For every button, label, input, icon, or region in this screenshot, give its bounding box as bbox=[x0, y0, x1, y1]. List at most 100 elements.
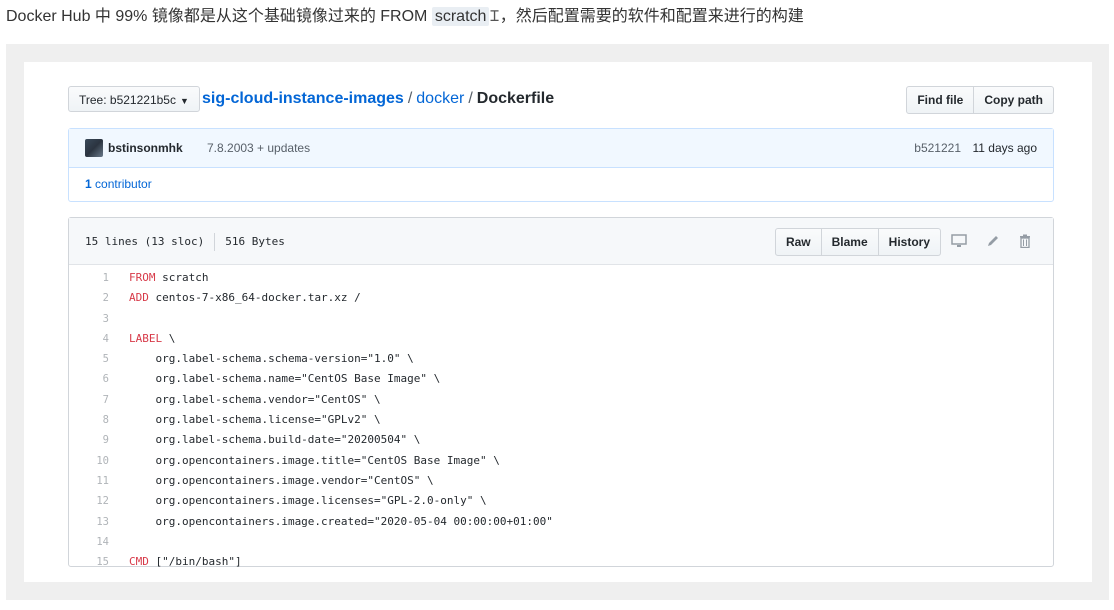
line-text: org.label-schema.build-date="20200504" \ bbox=[129, 433, 421, 447]
line-content: org.label-schema.schema-version="1.0" \ bbox=[129, 349, 414, 369]
line-number[interactable]: 14 bbox=[69, 532, 109, 552]
breadcrumb-separator: / bbox=[468, 90, 473, 107]
tree-button-label: Tree: b521221b5c bbox=[79, 93, 176, 107]
raw-button[interactable]: Raw bbox=[774, 228, 822, 256]
code-line: 9 org.label-schema.build-date="20200504"… bbox=[69, 430, 1053, 450]
blame-button[interactable]: Blame bbox=[821, 228, 879, 256]
text-cursor-icon: Ɪ bbox=[490, 7, 499, 25]
article-text-after: ，然后配置需要的软件和配置来进行的构建 bbox=[499, 8, 804, 25]
contributors-label: contributor bbox=[95, 177, 152, 191]
line-content: org.label-schema.vendor="CentOS" \ bbox=[129, 390, 381, 410]
screenshot-frame: Tree: b521221b5c ▼ sig-cloud-instance-ima… bbox=[6, 44, 1109, 600]
line-content: org.label-schema.license="GPLv2" \ bbox=[129, 410, 381, 430]
code-line: 6 org.label-schema.name="CentOS Base Ima… bbox=[69, 369, 1053, 389]
caret-down-icon: ▼ bbox=[179, 96, 189, 106]
line-text: scratch bbox=[155, 271, 209, 284]
code-body: 1 FROM scratch 2 ADD centos-7-x86_64-docker… bbox=[69, 265, 1053, 572]
folder-link[interactable]: docker bbox=[416, 90, 464, 107]
line-content: FROM scratch bbox=[129, 268, 208, 288]
line-content: org.opencontainers.image.vendor="CentOS"… bbox=[129, 471, 434, 491]
breadcrumb-separator: / bbox=[407, 90, 413, 107]
pencil-icon[interactable] bbox=[983, 231, 1003, 251]
dockerfile-keyword: ADD bbox=[129, 291, 149, 305]
file-action-buttons: Raw Blame History bbox=[774, 228, 941, 256]
file-info-divider bbox=[214, 233, 216, 251]
line-number[interactable]: 13 bbox=[69, 512, 109, 532]
code-line: 3 bbox=[69, 309, 1053, 329]
code-line: 15 CMD ["/bin/bash"] bbox=[69, 552, 1053, 572]
line-content: CMD ["/bin/bash"] bbox=[129, 552, 242, 572]
code-line: 10 org.opencontainers.image.title="CentO… bbox=[69, 451, 1053, 471]
line-number[interactable]: 3 bbox=[69, 309, 109, 329]
file-header: 15 lines (13 sloc) 516 Bytes Raw Blame Hi… bbox=[69, 218, 1053, 265]
code-line: 13 org.opencontainers.image.created="202… bbox=[69, 512, 1053, 532]
line-number[interactable]: 9 bbox=[69, 430, 109, 450]
line-text: org.label-schema.schema-version="1.0" \ bbox=[129, 352, 414, 366]
line-text: org.label-schema.license="GPLv2" \ bbox=[129, 413, 381, 427]
contributors-count: 1 bbox=[85, 177, 92, 191]
line-content: org.opencontainers.image.licenses="GPL-2… bbox=[129, 491, 487, 511]
line-number[interactable]: 10 bbox=[69, 451, 109, 471]
line-text: org.label-schema.name="CentOS Base Image… bbox=[129, 372, 441, 386]
repo-link[interactable]: sig-cloud-instance-images bbox=[202, 90, 404, 107]
line-number[interactable]: 7 bbox=[69, 390, 109, 410]
line-text: org.opencontainers.image.title="CentOS B… bbox=[129, 453, 500, 467]
file-line-count: 15 lines (13 sloc) bbox=[85, 235, 205, 248]
line-text: org.opencontainers.image.vendor="CentOS"… bbox=[129, 473, 434, 487]
github-file-panel: Tree: b521221b5c ▼ sig-cloud-instance-ima… bbox=[24, 62, 1092, 582]
copy-path-button[interactable]: Copy path bbox=[974, 86, 1054, 114]
line-number[interactable]: 2 bbox=[69, 288, 109, 308]
article-paragraph: Docker Hub 中 99% 镜像都是从这个基础镜像过来的 FROM scr… bbox=[6, 4, 804, 29]
inline-code-scratch: scratch bbox=[431, 7, 490, 26]
commit-message[interactable]: 7.8.2003 + updates bbox=[207, 141, 310, 155]
line-number[interactable]: 6 bbox=[69, 369, 109, 389]
line-number[interactable]: 12 bbox=[69, 491, 109, 511]
commit-sha-link[interactable]: b521221 bbox=[914, 141, 961, 155]
line-content: org.label-schema.build-date="20200504" \ bbox=[129, 430, 420, 450]
code-line: 12 org.opencontainers.image.licenses="GP… bbox=[69, 491, 1053, 511]
line-number[interactable]: 5 bbox=[69, 349, 109, 369]
dockerfile-keyword: CMD bbox=[129, 555, 149, 569]
line-text: org.opencontainers.image.licenses="GPL-2… bbox=[129, 494, 487, 508]
file-viewer: 15 lines (13 sloc) 516 Bytes Raw Blame Hi… bbox=[68, 217, 1054, 568]
commit-author-link[interactable]: bstinsonmhk bbox=[108, 141, 183, 155]
code-line: 7 org.label-schema.vendor="CentOS" \ bbox=[69, 390, 1053, 410]
line-content: org.label-schema.name="CentOS Base Image… bbox=[129, 369, 440, 389]
line-text: org.label-schema.vendor="CentOS" \ bbox=[129, 392, 381, 406]
code-line: 2 ADD centos-7-x86_64-docker.tar.xz / bbox=[69, 288, 1053, 308]
line-content: LABEL \ bbox=[129, 329, 175, 349]
code-line: 1 FROM scratch bbox=[69, 268, 1053, 288]
line-text: org.opencontainers.image.created="2020-0… bbox=[129, 514, 553, 528]
line-number[interactable]: 11 bbox=[69, 471, 109, 491]
file-nav-buttons: Find file Copy path bbox=[906, 86, 1054, 114]
commit-age: 11 days ago bbox=[972, 141, 1038, 155]
find-file-button[interactable]: Find file bbox=[906, 86, 975, 114]
code-line: 4 LABEL \ bbox=[69, 329, 1053, 349]
file-size: 516 Bytes bbox=[225, 235, 285, 248]
latest-commit: bstinsonmhk 7.8.2003 + updates b521221 1… bbox=[69, 129, 1053, 168]
line-content: org.opencontainers.image.title="CentOS B… bbox=[129, 451, 500, 471]
desktop-icon[interactable] bbox=[949, 231, 969, 251]
line-text: ["/bin/bash"] bbox=[148, 555, 242, 569]
line-content: org.opencontainers.image.created="2020-0… bbox=[129, 512, 553, 532]
code-line: 5 org.label-schema.schema-version="1.0" … bbox=[69, 349, 1053, 369]
avatar[interactable] bbox=[85, 139, 103, 157]
dockerfile-keyword: FROM bbox=[129, 271, 156, 284]
line-content: ADD centos-7-x86_64-docker.tar.xz / bbox=[129, 288, 361, 308]
article-text-before: Docker Hub 中 99% 镜像都是从这个基础镜像过来的 FROM bbox=[6, 8, 432, 25]
branch-tree-select[interactable]: Tree: b521221b5c ▼ bbox=[68, 86, 200, 112]
code-line: 11 org.opencontainers.image.vendor="Cent… bbox=[69, 471, 1053, 491]
history-button[interactable]: History bbox=[878, 228, 941, 256]
line-number[interactable]: 4 bbox=[69, 329, 109, 349]
commit-tease: bstinsonmhk 7.8.2003 + updates b521221 1… bbox=[68, 128, 1054, 202]
line-text: centos-7-x86_64-docker.tar.xz / bbox=[148, 291, 361, 305]
code-line: 14 bbox=[69, 532, 1053, 552]
line-number[interactable]: 1 bbox=[69, 268, 109, 288]
contributors-link[interactable]: 1 contributor bbox=[85, 177, 152, 191]
code-line: 8 org.label-schema.license="GPLv2" \ bbox=[69, 410, 1053, 430]
file-info: 15 lines (13 sloc) 516 Bytes bbox=[85, 233, 285, 251]
dockerfile-keyword: LABEL bbox=[129, 331, 163, 345]
trash-icon[interactable] bbox=[1015, 231, 1035, 251]
line-number[interactable]: 15 bbox=[69, 552, 109, 572]
line-number[interactable]: 8 bbox=[69, 410, 109, 430]
